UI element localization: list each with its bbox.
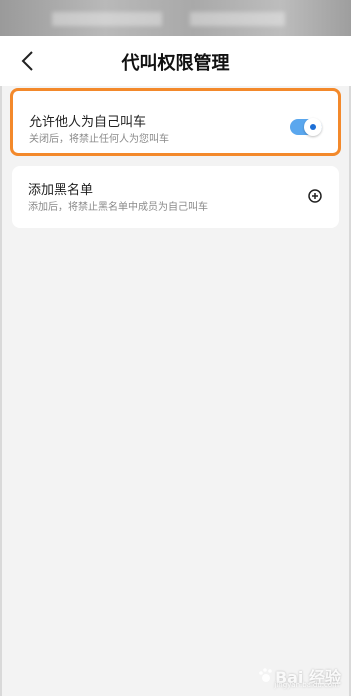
- blurred-status-content: [52, 12, 162, 26]
- watermark-url: jingyan.baidu.com: [274, 681, 339, 689]
- blacklist-subtitle: 添加后，将禁止黑名单中成员为自己叫车: [28, 202, 208, 213]
- status-bar: [0, 0, 351, 36]
- page-title: 代叫权限管理: [121, 53, 230, 74]
- add-circle-icon[interactable]: [307, 188, 323, 204]
- toggle-dot: [310, 124, 316, 130]
- navigation-bar: 代叫权限管理: [0, 36, 351, 86]
- blacklist-setting-card[interactable]: 添加黑名单 添加后，将禁止黑名单中成员为自己叫车: [12, 166, 339, 228]
- blurred-status-content: [190, 12, 285, 26]
- allow-others-subtitle: 关闭后，将禁止任何人为您叫车: [29, 134, 169, 145]
- left-edge: [0, 0, 2, 696]
- toggle-knob: [304, 118, 322, 136]
- allow-others-title: 允许他人为自己叫车: [29, 115, 147, 130]
- allow-others-setting-card: 允许他人为自己叫车 关闭后，将禁止任何人为您叫车: [10, 88, 341, 156]
- allow-others-toggle[interactable]: [290, 118, 322, 136]
- paw-logo-icon: [259, 668, 272, 682]
- baidu-jingyan-watermark: Bai 经验 jingyan.baidu.com: [257, 664, 341, 689]
- blacklist-title: 添加黑名单: [28, 183, 94, 198]
